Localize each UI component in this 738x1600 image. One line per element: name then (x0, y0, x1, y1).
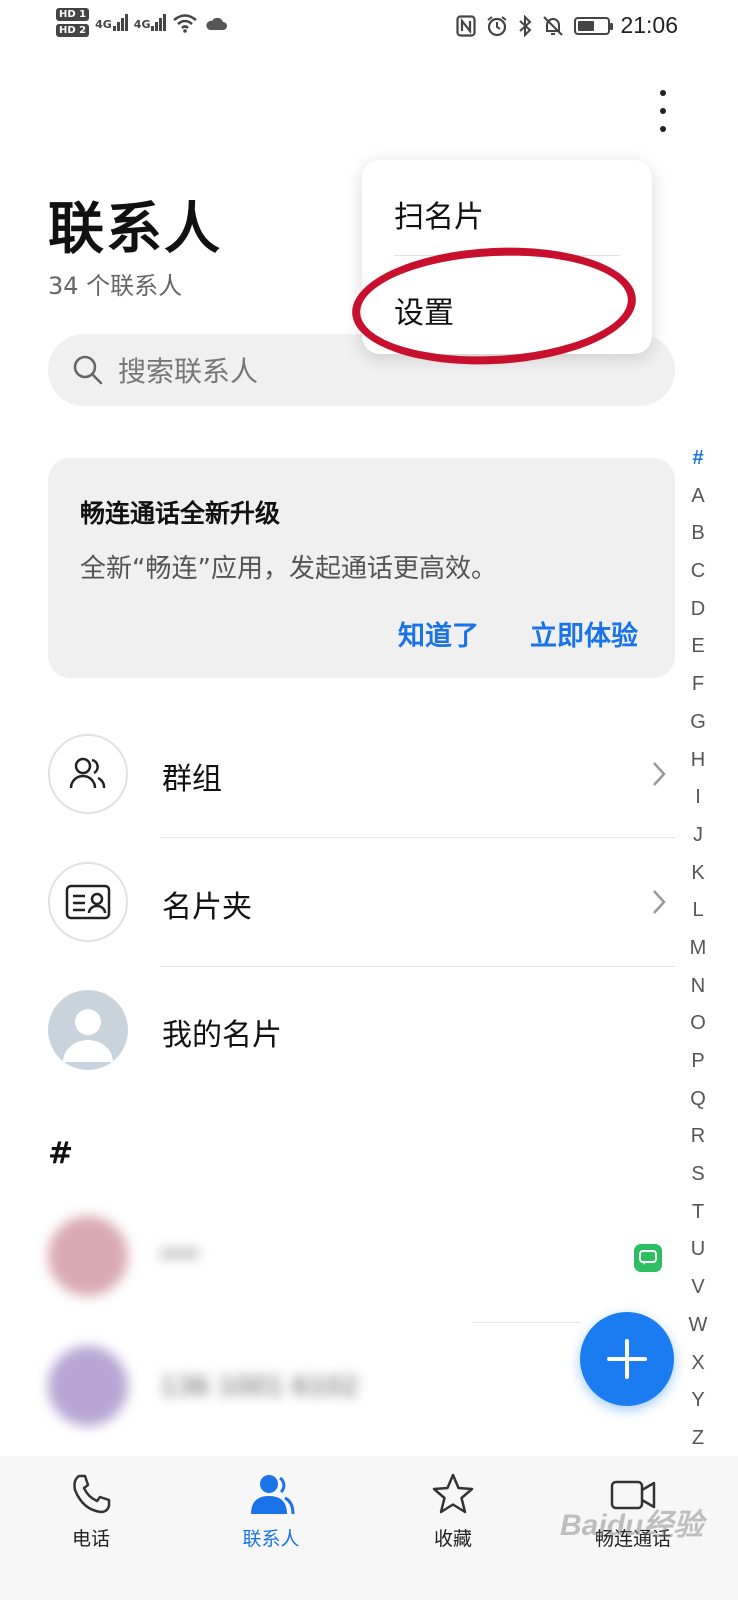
person-icon (63, 1009, 113, 1062)
upgrade-notice-card: 畅连通话全新升级 全新“畅连”应用，发起通话更高效。 知道了 立即体验 (48, 458, 675, 678)
menu-item-scan-card[interactable]: 扫名片 (394, 192, 484, 236)
index-letter[interactable]: S (691, 1156, 704, 1194)
page-title: 联系人 (48, 197, 222, 260)
alphabet-index[interactable]: # A B C D E F G H I J K L M N O P Q R S T U V W X Y Z (686, 440, 710, 1458)
tab-label: 电话 (71, 1528, 110, 1550)
contact-count: 34 个联系人 (48, 272, 183, 300)
index-letter[interactable]: M (690, 930, 707, 968)
index-letter[interactable]: Z (692, 1420, 704, 1458)
index-letter[interactable]: V (691, 1269, 704, 1307)
star-icon (432, 1473, 474, 1514)
index-letter[interactable]: # (692, 440, 703, 478)
battery-icon (574, 16, 614, 35)
nfc-icon (456, 14, 477, 37)
dismiss-button[interactable]: 知道了 (398, 614, 479, 653)
tab-label: 收藏 (433, 1528, 472, 1550)
my-avatar (48, 990, 128, 1070)
index-letter[interactable]: O (690, 1005, 706, 1043)
contact-name[interactable]: 136 1001 6102 (160, 1372, 359, 1402)
mute-icon (543, 15, 564, 36)
index-letter[interactable]: W (689, 1307, 708, 1345)
my-card-label: 我的名片 (162, 1018, 282, 1053)
business-cards-row[interactable]: 名片夹 (48, 862, 675, 944)
watermark: Baidu经验 (560, 1509, 704, 1542)
my-card-row[interactable]: 我的名片 (48, 990, 675, 1072)
index-letter[interactable]: K (691, 855, 704, 893)
status-left: HD 1 HD 2 4G 4G (56, 8, 228, 37)
alarm-icon (487, 15, 508, 36)
groups-avatar (48, 734, 128, 814)
index-letter[interactable]: Q (690, 1081, 706, 1119)
contacts-icon (251, 1475, 295, 1515)
network-type-2: 4G (133, 18, 151, 31)
index-letter[interactable]: X (691, 1345, 704, 1383)
index-letter[interactable]: E (691, 628, 704, 666)
notice-title: 畅连通话全新升级 (80, 499, 281, 528)
menu-divider (394, 255, 620, 256)
chevron-right-icon (653, 890, 666, 914)
divider (472, 1322, 580, 1323)
index-letter[interactable]: R (691, 1118, 705, 1156)
index-letter[interactable]: U (691, 1231, 705, 1269)
signal-icon-1: 4G (95, 14, 128, 31)
index-letter[interactable]: H (691, 742, 705, 780)
index-letter[interactable]: T (692, 1194, 704, 1232)
message-icon[interactable] (634, 1244, 662, 1272)
business-card-icon (65, 884, 111, 920)
menu-item-settings[interactable]: 设置 (394, 288, 454, 332)
sim-indicators: HD 1 HD 2 (56, 8, 90, 37)
index-letter[interactable]: P (691, 1043, 704, 1081)
tab-favorites[interactable]: 收藏 (388, 1472, 518, 1551)
index-letter[interactable]: B (691, 515, 704, 553)
groups-label: 群组 (162, 762, 222, 797)
index-letter[interactable]: D (691, 591, 705, 629)
plus-icon (607, 1339, 647, 1379)
contact-avatar[interactable] (48, 1216, 128, 1296)
status-bar: HD 1 HD 2 4G 4G 21:06 (0, 0, 738, 60)
contact-avatar[interactable] (48, 1346, 128, 1426)
signal-icon-2: 4G (134, 14, 167, 31)
index-letter[interactable]: J (693, 817, 703, 855)
group-icon (69, 757, 106, 789)
chevron-right-icon (653, 762, 666, 786)
bluetooth-icon (519, 14, 532, 37)
search-placeholder: 搜索联系人 (118, 355, 259, 388)
cloud-icon (206, 17, 228, 30)
phone-icon (73, 1474, 111, 1514)
battery-fill (578, 20, 594, 31)
add-contact-button[interactable] (580, 1312, 674, 1406)
search-icon (73, 355, 103, 385)
notice-description: 全新“畅连”应用，发起通话更高效。 (80, 554, 497, 584)
divider (160, 966, 675, 967)
network-type-1: 4G (95, 18, 112, 31)
index-letter[interactable]: F (692, 666, 704, 704)
divider (160, 837, 675, 838)
clock: 21:06 (620, 12, 678, 38)
index-letter[interactable]: L (692, 892, 703, 930)
groups-row[interactable]: 群组 (48, 734, 675, 816)
more-options-icon[interactable] (650, 86, 676, 136)
status-right: 21:06 (456, 12, 678, 39)
index-letter[interactable]: Y (691, 1382, 704, 1420)
index-letter[interactable]: N (691, 968, 705, 1006)
index-letter[interactable]: C (691, 553, 705, 591)
wifi-icon (173, 13, 198, 33)
tab-contacts[interactable]: 联系人 (206, 1472, 336, 1551)
cards-avatar (48, 862, 128, 942)
contact-name[interactable]: *** (160, 1244, 199, 1274)
business-cards-label: 名片夹 (162, 890, 252, 925)
index-letter[interactable]: I (695, 779, 701, 817)
sim1-label: HD 1 (56, 8, 90, 21)
sim2-label: HD 2 (56, 24, 90, 37)
tab-phone[interactable]: 电话 (26, 1472, 156, 1551)
index-letter[interactable]: A (691, 478, 704, 516)
more-options-menu: 扫名片 设置 (362, 160, 652, 354)
section-header: # (48, 1136, 74, 1171)
index-letter[interactable]: G (690, 704, 706, 742)
try-now-button[interactable]: 立即体验 (530, 614, 638, 653)
tab-label: 联系人 (242, 1528, 300, 1550)
